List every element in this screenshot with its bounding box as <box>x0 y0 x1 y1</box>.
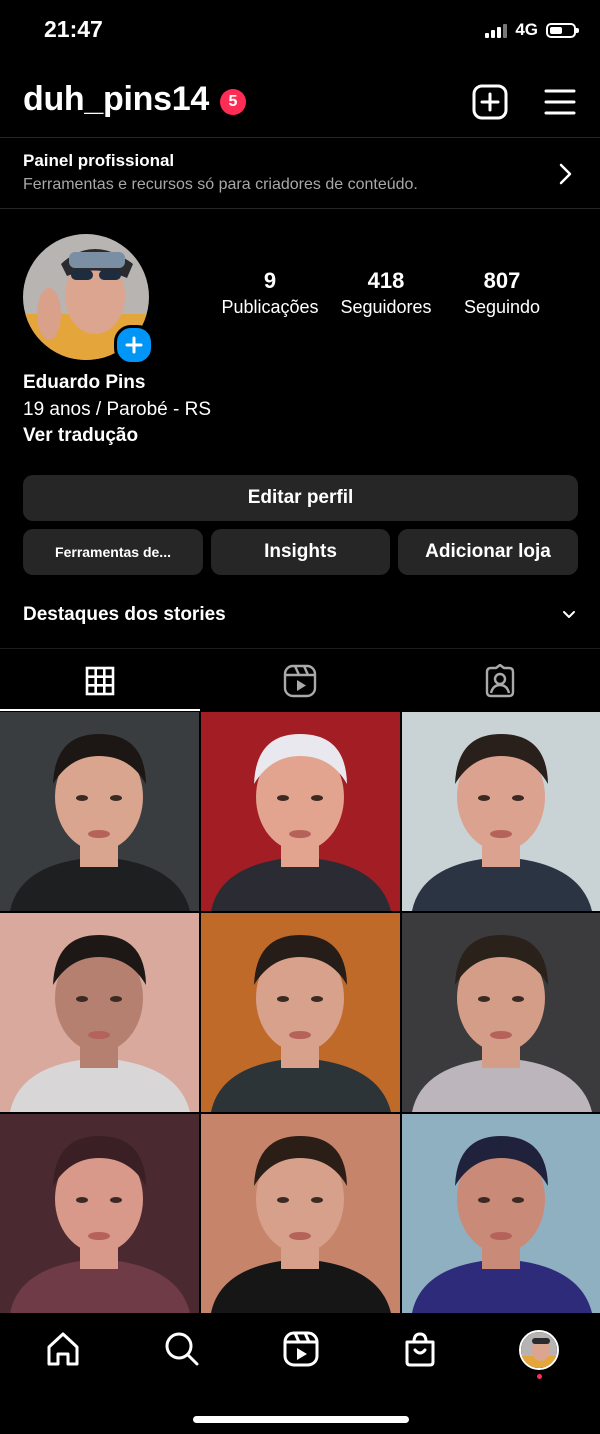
story-highlights-title[interactable]: Destaques dos stories <box>23 604 226 626</box>
chevron-down-icon[interactable] <box>560 606 578 624</box>
active-tab-indicator <box>0 709 200 711</box>
edit-profile-button[interactable]: Editar perfil <box>23 475 578 521</box>
tab-posts[interactable] <box>0 649 200 713</box>
add-shop-button[interactable]: Adicionar loja <box>398 529 578 575</box>
professional-tools-button[interactable]: Ferramentas de... <box>23 529 203 575</box>
tagged-icon <box>485 664 515 698</box>
profile-notification-dot <box>537 1374 542 1379</box>
chevron-right-icon <box>559 163 572 185</box>
home-icon[interactable] <box>43 1329 83 1369</box>
stat-posts-value: 9 <box>263 268 277 293</box>
post-thumbnail[interactable] <box>402 1114 600 1313</box>
menu-icon[interactable] <box>540 82 580 122</box>
post-thumbnail[interactable] <box>402 712 600 911</box>
see-translation-link[interactable]: Ver tradução <box>23 425 138 447</box>
posts-grid <box>0 712 600 1314</box>
post-thumbnail[interactable] <box>201 712 400 911</box>
profile-bio: 19 anos / Parobé - RS <box>23 399 211 420</box>
search-icon[interactable] <box>162 1329 202 1369</box>
plus-icon <box>125 336 143 354</box>
insights-button[interactable]: Insights <box>211 529 390 575</box>
post-thumbnail[interactable] <box>0 712 199 911</box>
add-story-button[interactable] <box>114 325 154 365</box>
reels-icon <box>283 664 317 698</box>
signal-icon <box>485 22 508 38</box>
new-post-icon[interactable] <box>470 82 510 122</box>
profile-tabs <box>0 648 600 713</box>
battery-icon <box>546 22 579 38</box>
shop-icon[interactable] <box>400 1329 440 1369</box>
profile-avatar-nav[interactable] <box>519 1330 559 1370</box>
post-thumbnail[interactable] <box>201 913 400 1112</box>
post-thumbnail[interactable] <box>201 1114 400 1313</box>
panel-title: Painel profissional <box>23 151 175 170</box>
profile-full-name: Eduardo Pins <box>23 372 146 393</box>
tab-reels[interactable] <box>200 649 400 713</box>
stat-following-value: 807 <box>483 268 521 293</box>
stat-followers[interactable]: 418 Seguidores <box>330 268 442 318</box>
stat-posts[interactable]: 9 Publicações <box>214 268 326 318</box>
network-label: 4G <box>515 20 538 39</box>
stat-following-label: Seguindo <box>463 297 541 317</box>
grid-icon <box>85 666 115 696</box>
stat-followers-value: 418 <box>367 268 405 293</box>
status-time: 21:47 <box>44 16 103 42</box>
stat-followers-label: Seguidores <box>340 297 432 317</box>
panel-subtitle: Ferramentas e recursos só para criadores… <box>23 176 418 193</box>
stat-posts-label: Publicações <box>221 297 319 317</box>
status-indicators: 4G <box>485 20 579 40</box>
post-thumbnail[interactable] <box>402 913 600 1112</box>
notification-badge[interactable]: 5 <box>220 89 246 115</box>
stat-following[interactable]: 807 Seguindo <box>446 268 558 318</box>
reels-nav-icon[interactable] <box>281 1329 321 1369</box>
home-indicator[interactable] <box>193 1416 409 1423</box>
post-thumbnail[interactable] <box>0 913 199 1112</box>
professional-dashboard[interactable]: Painel profissional Ferramentas e recurs… <box>0 137 600 209</box>
profile-username[interactable]: duh_pins14 <box>23 80 209 119</box>
tab-tagged[interactable] <box>400 649 600 713</box>
post-thumbnail[interactable] <box>0 1114 199 1313</box>
